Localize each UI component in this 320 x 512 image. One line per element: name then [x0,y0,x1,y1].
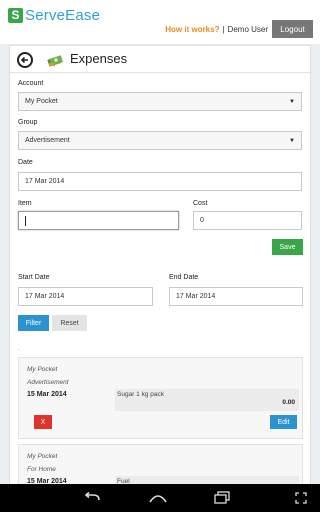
entry-amount: 0.00 [282,399,295,406]
link-separator: | [222,25,225,34]
filter-button[interactable]: Filter [18,315,49,331]
group-label: Group [18,119,38,126]
start-date-input[interactable]: 17 Mar 2014 [18,287,153,306]
entry-item: Sugar 1 kg pack [117,391,164,398]
start-date-label: Start Date [18,274,50,281]
system-nav-bar [0,484,320,512]
home-nav-icon[interactable] [148,489,168,507]
date-input[interactable]: 17 Mar 2014 [18,172,302,191]
date-value: 17 Mar 2014 [25,178,65,185]
group-value: Advertisement [25,137,70,144]
page-header: Expenses [10,46,312,73]
user-name: Demo User [227,25,268,34]
recents-nav-icon[interactable] [212,489,232,507]
reset-button[interactable]: Reset [52,315,87,331]
group-select[interactable]: Advertisement ▼ [18,131,302,150]
account-select[interactable]: My Pocket ▼ [18,92,302,111]
delete-button[interactable]: X [34,415,52,429]
date-label: Date [18,159,33,166]
app-logo[interactable]: S ServeEase [8,6,101,24]
account-value: My Pocket [25,98,58,105]
entry-group: Advertisement [27,379,69,386]
cost-value: 0 [200,217,204,224]
logo-mark: S [8,7,23,23]
top-bar: S ServeEase How it works? | Demo User Lo… [0,0,320,44]
chevron-down-icon: ▼ [289,99,295,105]
entry-group: For Home [27,466,56,473]
chevron-down-icon: ▼ [289,138,295,144]
logo-text: ServeEase [25,6,101,24]
item-input[interactable] [18,211,179,230]
text-cursor [25,215,26,226]
money-stack-icon [47,55,63,67]
item-label: Item [18,200,32,207]
edit-button[interactable]: Edit [270,415,297,429]
entry-account: My Pocket [27,453,58,460]
expenses-panel: Expenses Account My Pocket ▼ Group Adver… [9,45,312,505]
how-it-works-link[interactable]: How it works? [165,25,219,34]
entry-date: 15 Mar 2014 [27,391,67,398]
logout-button[interactable]: Logout [272,20,313,38]
back-arrow-icon[interactable] [17,52,33,68]
page-title: Expenses [70,51,128,66]
cost-label: Cost [193,200,208,207]
list-marker: . [18,346,20,352]
start-date-value: 17 Mar 2014 [25,293,65,300]
top-links: How it works? | Demo User [165,25,268,34]
back-nav-icon[interactable] [82,489,102,507]
entry-account: My Pocket [27,366,58,373]
end-date-label: End Date [169,274,199,281]
end-date-value: 17 Mar 2014 [176,293,216,300]
end-date-input[interactable]: 17 Mar 2014 [169,287,303,306]
cost-input[interactable]: 0 [193,211,302,230]
account-label: Account [18,80,44,87]
save-button[interactable]: Save [272,239,303,255]
list-item: My Pocket Advertisement 15 Mar 2014 Suga… [18,357,303,439]
screen-nav-icon[interactable] [291,489,311,507]
